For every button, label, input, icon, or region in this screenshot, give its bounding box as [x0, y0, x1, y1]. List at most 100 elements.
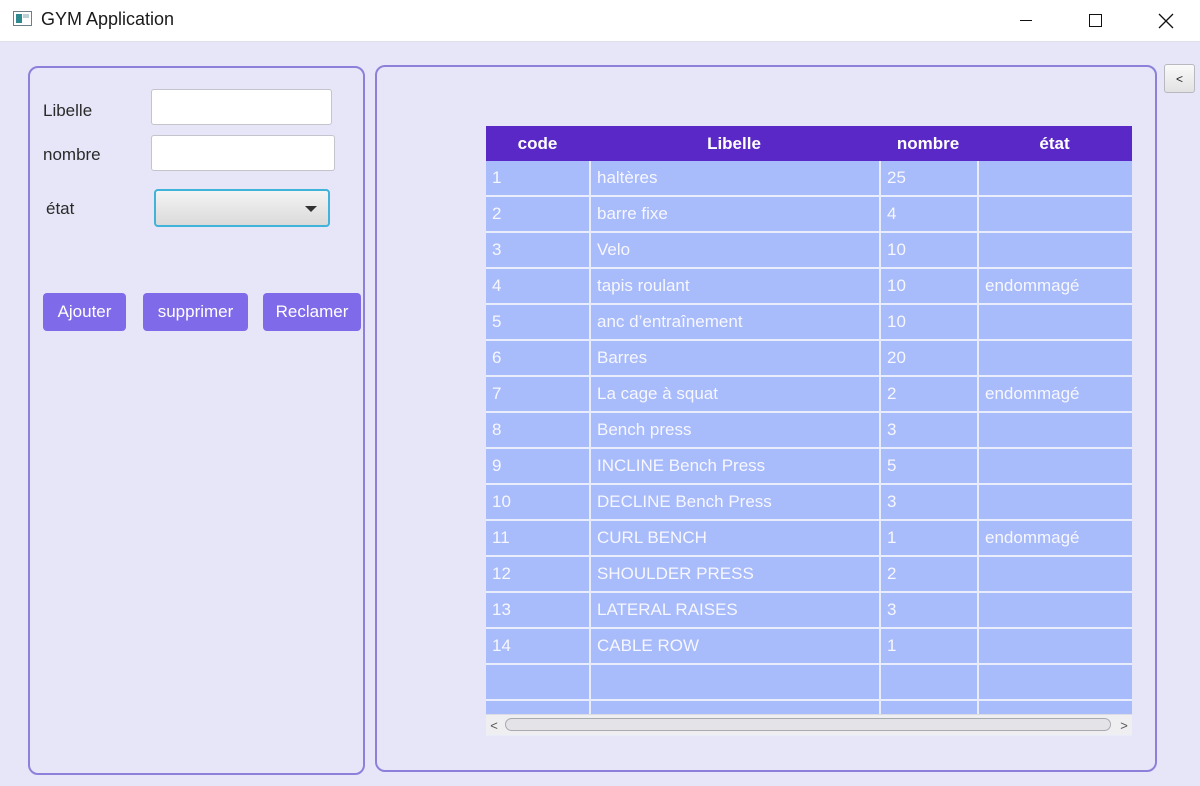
reclamer-button[interactable]: Reclamer	[263, 293, 361, 331]
etat-label: état	[46, 199, 75, 218]
cell-nombre: 3	[879, 485, 977, 519]
cell-nombre: 2	[879, 557, 977, 591]
cell-code: 4	[492, 276, 502, 295]
cell-etat	[977, 593, 1132, 627]
window-title: GYM Application	[41, 9, 175, 29]
cell-nombre: 5	[879, 449, 977, 483]
table-row[interactable]: 2 barre fixe 4	[486, 197, 1132, 233]
table-row[interactable]: 14 CABLE ROW 1	[486, 629, 1132, 665]
nombre-label: nombre	[43, 145, 101, 164]
cell-libelle: LATERAL RAISES	[589, 593, 879, 627]
table-row[interactable]: 8 Bench press 3	[486, 413, 1132, 449]
maximize-icon	[1088, 14, 1102, 27]
column-header-libelle[interactable]: Libelle	[589, 126, 879, 161]
maximize-button[interactable]	[1072, 0, 1118, 41]
cell-libelle: anc d’entraînement	[589, 305, 879, 339]
cell-etat: endommagé	[977, 269, 1132, 303]
cell-etat	[977, 341, 1132, 375]
minimize-icon	[1020, 20, 1032, 21]
table-row[interactable]: 3 Velo 10	[486, 233, 1132, 269]
cell-code: 11	[492, 528, 510, 547]
table-row[interactable]: 6 Barres 20	[486, 341, 1132, 377]
equipment-table[interactable]: code Libelle nombre état 1 haltères 25 2 bar…	[486, 126, 1132, 736]
cell-nombre: 4	[879, 197, 977, 231]
form-panel	[28, 66, 365, 775]
close-icon	[1158, 13, 1174, 28]
cell-libelle: barre fixe	[589, 197, 879, 231]
cell-code	[486, 665, 589, 699]
cell-etat	[977, 485, 1132, 519]
cell-code: 9	[492, 456, 502, 475]
table-header: code Libelle nombre état	[486, 126, 1132, 161]
table-row[interactable]: 12 SHOULDER PRESS 2	[486, 557, 1132, 593]
collapse-button[interactable]: <	[1164, 64, 1195, 93]
cell-nombre: 10	[879, 233, 977, 267]
cell-etat	[977, 197, 1132, 231]
app-window-icon	[13, 11, 32, 26]
nombre-input[interactable]	[151, 135, 335, 171]
supprimer-button[interactable]: supprimer	[143, 293, 248, 331]
cell-etat	[977, 233, 1132, 267]
cell-etat: endommagé	[977, 377, 1132, 411]
close-button[interactable]	[1143, 0, 1189, 41]
ajouter-button[interactable]: Ajouter	[43, 293, 126, 331]
table-row[interactable]: 5 anc d’entraînement 10	[486, 305, 1132, 341]
table-row[interactable]: 10 DECLINE Bench Press 3	[486, 485, 1132, 521]
cell-libelle: La cage à squat	[589, 377, 879, 411]
libelle-input[interactable]	[151, 89, 332, 125]
cell-nombre: 10	[879, 269, 977, 303]
cell-code: 6	[492, 348, 502, 367]
table-row[interactable]: 4 tapis roulant 10 endommagé	[486, 269, 1132, 305]
table-row[interactable]: 9 INCLINE Bench Press 5	[486, 449, 1132, 485]
cell-libelle: Bench press	[589, 413, 879, 447]
cell-etat: endommagé	[977, 521, 1132, 555]
scroll-right-icon[interactable]: >	[1116, 716, 1132, 735]
cell-nombre: 1	[879, 629, 977, 663]
table-row[interactable]: 13 LATERAL RAISES 3	[486, 593, 1132, 629]
cell-etat	[977, 629, 1132, 663]
cell-nombre: 25	[879, 161, 977, 195]
cell-etat	[977, 413, 1132, 447]
cell-code: 12	[492, 564, 511, 583]
chevron-down-icon	[305, 206, 317, 212]
cell-nombre: 3	[879, 593, 977, 627]
cell-code: 14	[492, 636, 511, 655]
cell-nombre: 3	[879, 413, 977, 447]
cell-code: 3	[492, 240, 502, 259]
horizontal-scrollbar[interactable]: < >	[486, 714, 1132, 735]
cell-nombre: 2	[879, 377, 977, 411]
table-row[interactable]: 7 La cage à squat 2 endommagé	[486, 377, 1132, 413]
cell-code: 7	[492, 384, 502, 403]
table-row[interactable]: 11 CURL BENCH 1 endommagé	[486, 521, 1132, 557]
cell-code: 13	[492, 600, 511, 619]
cell-code: 1	[492, 168, 502, 187]
cell-etat	[977, 557, 1132, 591]
cell-nombre	[879, 665, 977, 699]
cell-code: 5	[492, 312, 502, 331]
cell-etat	[977, 305, 1132, 339]
minimize-button[interactable]	[1003, 0, 1049, 41]
table-row[interactable]	[486, 665, 1132, 701]
table-row[interactable]: 1 haltères 25	[486, 161, 1132, 197]
title-bar: GYM Application	[0, 0, 1200, 42]
cell-libelle: CABLE ROW	[589, 629, 879, 663]
libelle-label: Libelle	[43, 101, 93, 120]
column-header-code[interactable]: code	[486, 126, 589, 161]
cell-etat	[977, 665, 1132, 699]
cell-code: 10	[492, 492, 511, 511]
column-header-etat[interactable]: état	[977, 126, 1132, 161]
cell-libelle: Velo	[589, 233, 879, 267]
scrollbar-thumb[interactable]	[505, 718, 1111, 731]
cell-libelle: Barres	[589, 341, 879, 375]
cell-libelle: CURL BENCH	[589, 521, 879, 555]
cell-nombre: 1	[879, 521, 977, 555]
cell-libelle: INCLINE Bench Press	[589, 449, 879, 483]
cell-libelle	[589, 665, 879, 699]
etat-dropdown[interactable]	[154, 189, 330, 227]
cell-etat	[977, 449, 1132, 483]
column-header-nombre[interactable]: nombre	[879, 126, 977, 161]
cell-libelle: tapis roulant	[589, 269, 879, 303]
scroll-left-icon[interactable]: <	[486, 716, 502, 735]
cell-nombre: 20	[879, 341, 977, 375]
cell-code: 8	[492, 420, 502, 439]
